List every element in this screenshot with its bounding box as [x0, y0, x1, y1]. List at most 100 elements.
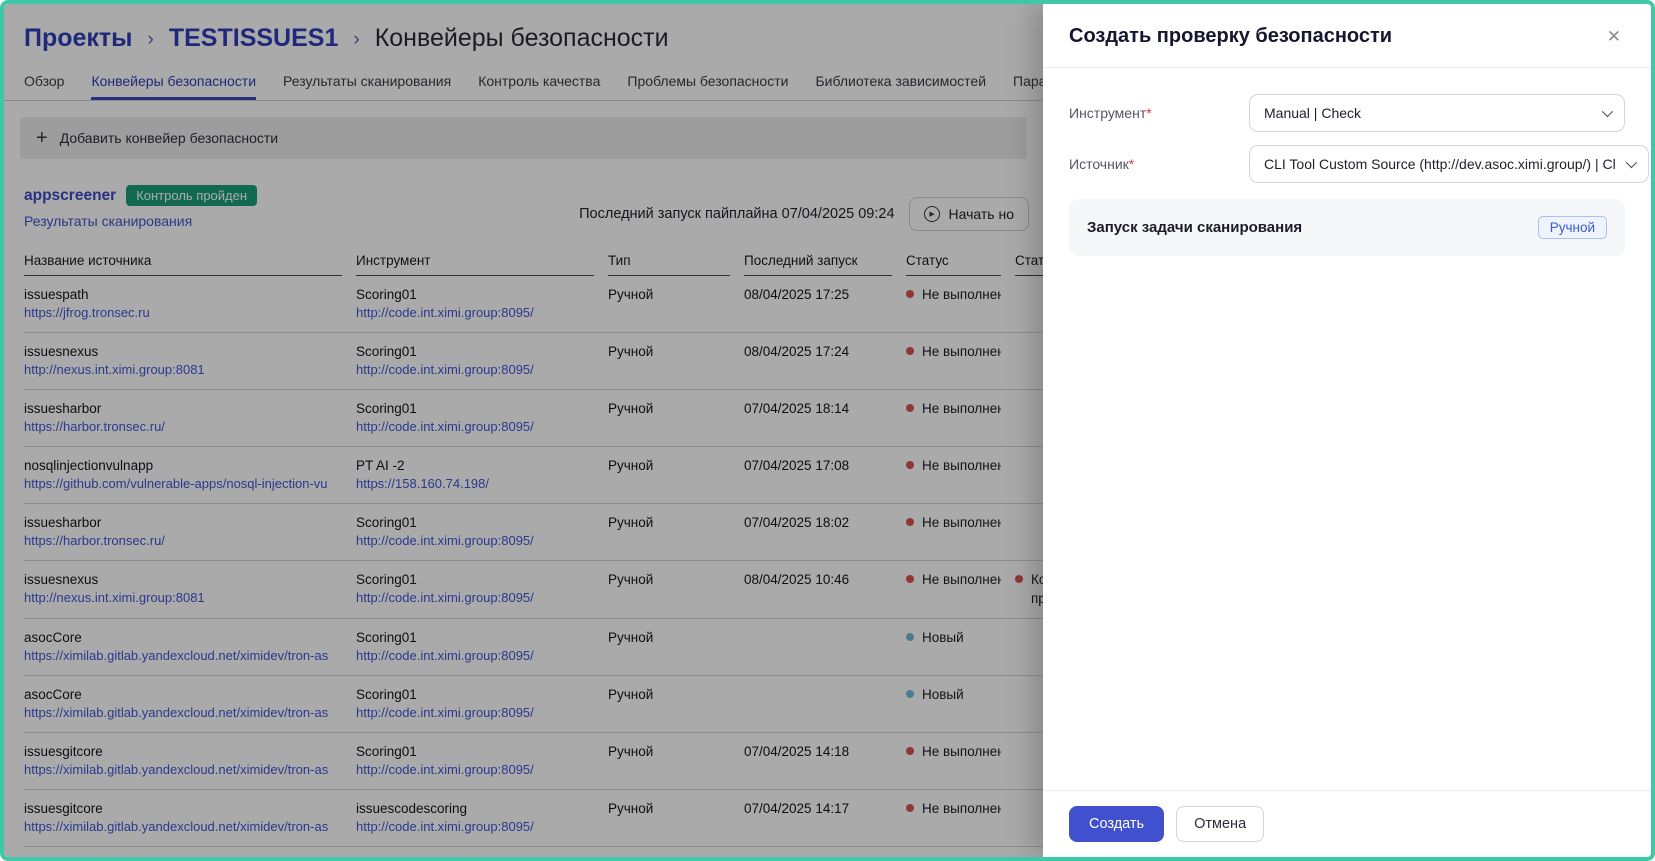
control-status-badge: Конпро — [1015, 570, 1043, 608]
column-header-status[interactable]: Статус — [906, 253, 1001, 276]
source-name: issuesharbor — [24, 513, 342, 532]
table-row[interactable]: issuespath https://jfrog.tronsec.ru Scor… — [24, 276, 1043, 333]
tab-item[interactable]: Библиотека зависимостей — [815, 69, 986, 100]
tool-url-link[interactable]: http://code.int.ximi.group:8095/ — [356, 361, 594, 379]
run-type: Ручной — [608, 285, 730, 304]
tool-field-row: Инструмент* Manual | Check — [1069, 94, 1625, 132]
tool-url-link[interactable]: http://code.int.ximi.group:8095/ — [356, 589, 594, 607]
source-name: issuesgitcore — [24, 742, 342, 761]
tab-label: Конвейеры безопасности — [91, 73, 256, 89]
run-type: Ручной — [608, 799, 730, 818]
breadcrumb-project-name[interactable]: TESTISSUES1 — [169, 24, 339, 53]
tool-url-link[interactable]: http://code.int.ximi.group:8095/ — [356, 418, 594, 436]
add-pipeline-label: Добавить конвейер безопасности — [60, 130, 278, 146]
column-header-tool[interactable]: Инструмент — [356, 253, 594, 276]
tool-url-link[interactable]: http://code.int.ximi.group:8095/ — [356, 304, 594, 322]
source-url-link[interactable]: https://ximilab.gitlab.yandexcloud.net/x… — [24, 761, 342, 779]
status-label: Не выполнен — [922, 342, 1001, 361]
status-dot-icon — [906, 747, 914, 755]
table-row[interactable]: asocCore https://ximilab.gitlab.yandexcl… — [24, 676, 1043, 733]
last-run-date: 07/04/2025 18:14 — [744, 399, 892, 418]
source-url-link[interactable]: https://harbor.tronsec.ru/ — [24, 532, 342, 550]
column-header-source[interactable]: Название источника — [24, 253, 342, 276]
source-url-link[interactable]: http://nexus.int.ximi.group:8081 — [24, 361, 342, 379]
status-label: Новый — [922, 628, 964, 647]
add-pipeline-button[interactable]: + Добавить конвейер безопасности — [20, 117, 1027, 159]
table-row[interactable]: issuesnexus http://nexus.int.ximi.group:… — [24, 561, 1043, 619]
last-run-date: 07/04/2025 14:18 — [744, 742, 892, 761]
control-status-label: Конпро — [1031, 570, 1043, 608]
column-header-type[interactable]: Тип — [608, 253, 730, 276]
tab-label: Контроль качества — [478, 73, 600, 89]
tool-url-link[interactable]: http://code.int.ximi.group:8095/ — [356, 818, 594, 836]
tab-item[interactable]: Результаты сканирования — [283, 69, 451, 100]
status-badge: Не выполнен — [906, 399, 1001, 418]
source-field-label: Источник* — [1069, 156, 1249, 172]
create-button[interactable]: Создать — [1069, 806, 1164, 842]
source-url-link[interactable]: https://ximilab.gitlab.yandexcloud.net/x… — [24, 818, 342, 836]
source-select-value: CLI Tool Custom Source (http://dev.asoc.… — [1264, 156, 1616, 172]
breadcrumb-separator: › — [353, 26, 359, 51]
cancel-button[interactable]: Отмена — [1176, 806, 1264, 842]
last-run-date: 08/04/2025 10:46 — [744, 570, 892, 589]
create-security-check-drawer: Создать проверку безопасности ✕ Инструме… — [1043, 4, 1651, 857]
run-type: Ручной — [608, 628, 730, 647]
status-label: Не выполнен — [922, 399, 1001, 418]
tool-name: Scoring01 — [356, 513, 594, 532]
tab-item[interactable]: Конвейеры безопасности — [91, 69, 256, 100]
table-row[interactable]: issuesharbor https://harbor.tronsec.ru/ … — [24, 390, 1043, 447]
tool-url-link[interactable]: http://code.int.ximi.group:8095/ — [356, 704, 594, 722]
scan-results-link[interactable]: Результаты сканирования — [24, 213, 257, 229]
tab-label: Обзор — [24, 73, 64, 89]
source-name: issuesharbor — [24, 399, 342, 418]
table-row[interactable]: nosqlinjectionvulnapp https://github.com… — [24, 447, 1043, 504]
table-row[interactable]: issuesgitcore https://ximilab.gitlab.yan… — [24, 790, 1043, 847]
source-select[interactable]: CLI Tool Custom Source (http://dev.asoc.… — [1249, 145, 1649, 183]
table-row[interactable]: issuesgitcore https://ximilab.gitlab.yan… — [24, 733, 1043, 790]
drawer-header: Создать проверку безопасности ✕ — [1043, 4, 1651, 68]
close-icon[interactable]: ✕ — [1603, 24, 1625, 49]
app-window: Проекты › TESTISSUES1 › Конвейеры безопа… — [0, 0, 1655, 861]
status-label: Новый — [922, 685, 964, 704]
status-badge: Не выполнен — [906, 285, 1001, 304]
source-url-link[interactable]: https://github.com/vulnerable-apps/nosql… — [24, 475, 342, 493]
source-url-link[interactable]: https://harbor.tronsec.ru/ — [24, 418, 342, 436]
source-url-link[interactable]: https://ximilab.gitlab.yandexcloud.net/x… — [24, 704, 342, 722]
table-row[interactable]: issuesharbor https://harbor.tronsec.ru/ … — [24, 504, 1043, 561]
source-name: nosqlinjectionvulnapp — [24, 456, 342, 475]
column-header-last-run[interactable]: Последний запуск — [744, 253, 892, 276]
source-url-link[interactable]: https://ximilab.gitlab.yandexcloud.net/x… — [24, 647, 342, 665]
tool-select[interactable]: Manual | Check — [1249, 94, 1625, 132]
source-name: asocCore — [24, 685, 342, 704]
status-badge: Не выполнен — [906, 513, 1001, 532]
tool-name: Scoring01 — [356, 399, 594, 418]
source-url-link[interactable]: https://jfrog.tronsec.ru — [24, 304, 342, 322]
status-badge: Не выполнен — [906, 570, 1001, 589]
pipeline-name-link[interactable]: appscreener — [24, 187, 116, 205]
column-header-status2[interactable]: Статус — [1015, 253, 1043, 276]
tool-name: Scoring01 — [356, 342, 594, 361]
tab-item[interactable]: Параметры проекта — [1013, 69, 1043, 100]
tab-item[interactable]: Контроль качества — [478, 69, 600, 100]
tool-url-link[interactable]: http://code.int.ximi.group:8095/ — [356, 761, 594, 779]
start-scan-label: Начать но — [949, 206, 1014, 222]
tool-url-link[interactable]: https://158.160.74.198/ — [356, 475, 594, 493]
tool-url-link[interactable]: http://code.int.ximi.group:8095/ — [356, 647, 594, 665]
manual-mode-badge[interactable]: Ручной — [1538, 216, 1607, 239]
tab-item[interactable]: Проблемы безопасности — [627, 69, 788, 100]
breadcrumb-separator: › — [148, 26, 154, 51]
run-type: Ручной — [608, 399, 730, 418]
source-url-link[interactable]: http://nexus.int.ximi.group:8081 — [24, 589, 342, 607]
tab-item[interactable]: Обзор — [24, 69, 64, 100]
last-run-date: 07/04/2025 18:02 — [744, 513, 892, 532]
tool-url-link[interactable]: http://code.int.ximi.group:8095/ — [356, 532, 594, 550]
table-row[interactable]: asocCore https://ximilab.gitlab.yandexcl… — [24, 619, 1043, 676]
required-asterisk: * — [1129, 156, 1134, 172]
source-name: issuesnexus — [24, 342, 342, 361]
start-scan-button[interactable]: ▶ Начать но — [909, 197, 1029, 231]
breadcrumb-projects[interactable]: Проекты — [24, 24, 133, 53]
status-badge: Не выполнен — [906, 456, 1001, 475]
status-badge: Новый — [906, 685, 1001, 704]
pipelines-table: Название источника Инструмент Тип Послед… — [4, 231, 1043, 847]
table-row[interactable]: issuesnexus http://nexus.int.ximi.group:… — [24, 333, 1043, 390]
